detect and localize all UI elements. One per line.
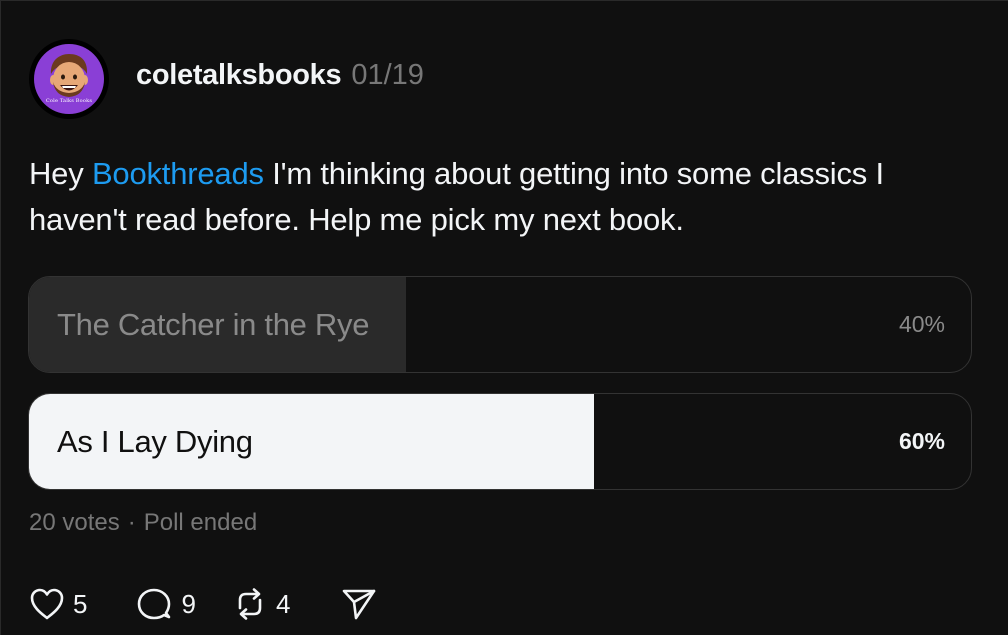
- poll-option-percent: 40%: [898, 311, 945, 337]
- poll-option-as-i-lay-dying[interactable]: As I Lay Dying 60%: [28, 393, 972, 490]
- mention-link[interactable]: Bookthreads: [92, 156, 264, 191]
- post-date[interactable]: 01/19: [351, 59, 424, 92]
- repost-icon: [232, 586, 268, 622]
- poll-status: Poll ended: [143, 509, 258, 536]
- avatar-image: Cole Talks Books: [34, 44, 104, 114]
- post-actions: 5 9 4: [29, 584, 378, 624]
- post-text: Hey Bookthreads I'm thinking about getti…: [29, 151, 979, 243]
- like-count: 5: [73, 588, 88, 619]
- poll-option-label: The Catcher in the Rye: [57, 306, 370, 342]
- repost-count: 4: [275, 588, 291, 619]
- poll-option-catcher-in-the-rye[interactable]: The Catcher in the Rye 40%: [28, 276, 972, 373]
- repost-button[interactable]: 4: [232, 586, 290, 622]
- poll-vote-count: 20 votes: [29, 509, 120, 536]
- send-icon: [340, 586, 378, 622]
- poll-option-percent: 60%: [898, 428, 945, 454]
- reply-button[interactable]: 9: [135, 586, 196, 622]
- poll-meta: 20 votes · Poll ended: [29, 509, 257, 537]
- post-header: coletalksbooks 01/19: [136, 59, 424, 99]
- poll-option-label: As I Lay Dying: [57, 423, 253, 459]
- post-card: Cole Talks Books coletalksbooks 01/19 He…: [0, 0, 1008, 635]
- avatar-logo-text: Cole Talks Books: [45, 98, 93, 104]
- share-button[interactable]: [340, 586, 378, 622]
- heart-icon: [29, 587, 65, 621]
- username[interactable]: coletalksbooks: [136, 59, 342, 92]
- reply-count: 9: [181, 588, 196, 619]
- comment-icon: [135, 586, 173, 622]
- like-button[interactable]: 5: [29, 587, 87, 621]
- poll-meta-separator: ·: [127, 509, 136, 536]
- post-text-start: Hey: [29, 156, 92, 191]
- avatar[interactable]: Cole Talks Books: [29, 39, 109, 119]
